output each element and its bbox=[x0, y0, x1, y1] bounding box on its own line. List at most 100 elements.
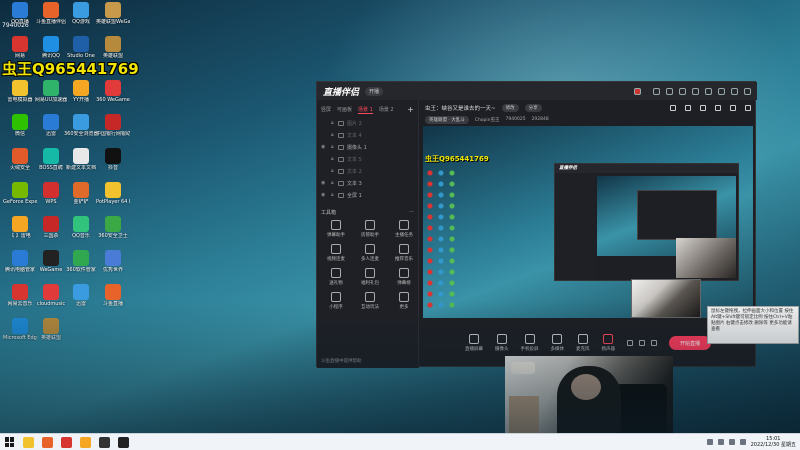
stream-preview[interactable]: 虫王Q965441769 直播伴侣 bbox=[423, 126, 753, 318]
taskbar-app-netease[interactable] bbox=[61, 436, 72, 448]
tab-scene-2[interactable]: 场景 2 bbox=[379, 106, 394, 113]
desktop-icon[interactable]: 微信 bbox=[3, 114, 37, 137]
tool-button[interactable]: 互动玩法 bbox=[355, 292, 385, 310]
tool-button[interactable]: 推荐音乐 bbox=[389, 244, 419, 262]
message-icon[interactable] bbox=[692, 87, 699, 95]
stream-title[interactable]: 虫王：峡谷又是谁去的一天~ bbox=[425, 104, 496, 112]
start-live-button[interactable]: 开始直播 bbox=[669, 336, 711, 350]
tab-scene-1[interactable]: 场景 1 bbox=[358, 106, 373, 114]
desktop-icon[interactable]: 火绒安全 bbox=[3, 148, 37, 171]
edit-chip[interactable]: 修改 bbox=[501, 104, 519, 112]
gift-box-icon[interactable] bbox=[730, 105, 736, 111]
taskbar-app-app-orange[interactable] bbox=[80, 436, 91, 448]
desktop-icon[interactable]: Studio One bbox=[64, 36, 98, 59]
mic-button[interactable]: 麦克风 bbox=[576, 334, 590, 352]
taskbar-app-douyu[interactable] bbox=[42, 436, 53, 448]
desktop-icon[interactable]: YY开播 bbox=[64, 80, 98, 103]
volume-icon[interactable] bbox=[728, 439, 735, 445]
lock-icon[interactable]: 🔒︎ bbox=[331, 132, 338, 138]
eye-icon[interactable]: ◉ bbox=[321, 180, 327, 186]
lock-icon[interactable]: 🔒︎ bbox=[331, 120, 338, 126]
headset-icon[interactable] bbox=[666, 87, 673, 95]
chat-icon[interactable] bbox=[679, 87, 686, 95]
desktop-icon[interactable]: 360安全卫士 bbox=[96, 216, 130, 239]
tool-button[interactable]: 多人连麦 bbox=[355, 244, 385, 262]
desktop-icon[interactable]: 优秀世界 bbox=[96, 250, 130, 273]
desktop-icon[interactable]: 英雄联盟WeGame版 bbox=[96, 2, 130, 25]
desktop-icon[interactable]: 英雄联盟 bbox=[34, 318, 68, 341]
tool-button[interactable]: 更多 bbox=[389, 292, 419, 310]
tool-button[interactable]: 视频连麦 bbox=[321, 244, 351, 262]
camera-button[interactable]: 摄像头 bbox=[495, 334, 509, 352]
tab-vertical[interactable]: 竖屏 bbox=[321, 106, 331, 113]
desktop-icon[interactable]: 360安全浏览器 bbox=[64, 114, 98, 137]
network-icon[interactable] bbox=[717, 439, 724, 445]
more-icon[interactable]: ⋯ bbox=[409, 209, 414, 216]
maximize-icon[interactable] bbox=[731, 87, 738, 95]
source-item[interactable]: 🔒︎ 文本 4 bbox=[317, 129, 418, 141]
screen-capture-button[interactable]: 直播屏幕 bbox=[465, 334, 483, 352]
desktop-icon[interactable]: QQ游戏 bbox=[64, 2, 98, 25]
tool-button[interactable]: 送礼物 bbox=[321, 268, 351, 286]
home-icon[interactable] bbox=[715, 105, 721, 111]
tab-canvas[interactable]: 可画板 bbox=[337, 106, 352, 113]
lock-icon[interactable]: 🔒︎ bbox=[331, 144, 338, 150]
desktop-icon[interactable]: WPS bbox=[34, 182, 68, 205]
phone-cast-button[interactable]: 手机投屏 bbox=[521, 334, 539, 352]
eye-icon[interactable]: ◉ bbox=[321, 144, 327, 150]
taskbar-app-app-ring[interactable] bbox=[118, 436, 129, 448]
source-item[interactable]: ◉ 🔒︎ 全屏 1 bbox=[317, 189, 418, 201]
tool-button[interactable]: 福利礼包 bbox=[355, 268, 385, 286]
desktop-icon[interactable]: 中国银行网银助手 bbox=[96, 114, 130, 137]
lock-icon[interactable]: 🔒︎ bbox=[331, 156, 338, 162]
desktop-icon[interactable]: 新建文本文档 bbox=[64, 148, 98, 171]
desktop-icon[interactable]: 迅雷 bbox=[34, 114, 68, 137]
desktop-icon[interactable]: PotPlayer 64 bit bbox=[96, 182, 130, 205]
source-item[interactable]: 🔒︎ 图片 2 bbox=[317, 117, 418, 129]
notify-icon[interactable] bbox=[670, 105, 676, 111]
desktop-icon[interactable]: WeGame bbox=[34, 250, 68, 273]
close-icon[interactable] bbox=[744, 87, 751, 95]
gear-icon[interactable] bbox=[651, 340, 657, 346]
eye-icon[interactable]: ◉ bbox=[321, 192, 327, 198]
desktop-icon[interactable]: 斗鱼直播 bbox=[96, 284, 130, 307]
minimize-icon[interactable] bbox=[718, 87, 725, 95]
tool-button[interactable]: 小程序 bbox=[321, 292, 351, 310]
version-pill[interactable]: 开播 bbox=[365, 86, 384, 96]
replay-icon[interactable] bbox=[639, 340, 645, 346]
live-companion-window[interactable]: 直播伴侣 开播 竖屏 可画板 场景 1 场景 2 + � bbox=[316, 81, 757, 368]
taskbar-app-file-explorer[interactable] bbox=[23, 436, 34, 448]
gift-icon[interactable] bbox=[653, 87, 660, 95]
sidebar-footer[interactable]: 斗鱼直播中提供帮助 bbox=[321, 358, 362, 364]
desktop-icon[interactable]: 腾讯电脑管家 bbox=[3, 250, 37, 273]
desktop-icon[interactable]: 【 】雷电 bbox=[3, 216, 37, 239]
share-chip[interactable]: 分享 bbox=[524, 104, 542, 112]
desktop-icon[interactable]: 腾讯QQ bbox=[34, 36, 68, 59]
desktop-icon[interactable]: 雷电模拟器 bbox=[3, 80, 37, 103]
desktop-icon[interactable]: GeForce Experience bbox=[3, 182, 37, 205]
category-chip[interactable]: 英雄联盟 · 大乱斗 bbox=[425, 115, 469, 124]
desktop-icon[interactable]: QQ音乐 bbox=[64, 216, 98, 239]
share-icon[interactable] bbox=[745, 105, 751, 111]
battery-icon[interactable] bbox=[739, 439, 746, 445]
chevron-up-icon[interactable] bbox=[706, 439, 713, 445]
desktop-icon[interactable]: QQ直播 bbox=[3, 2, 37, 25]
desktop-icon[interactable]: 抖音 bbox=[96, 148, 130, 171]
windows-start-icon[interactable] bbox=[5, 437, 15, 447]
clock[interactable]: 15:01 2022/12/30 星期五 bbox=[751, 436, 796, 448]
user-lock-icon[interactable] bbox=[700, 105, 706, 111]
desktop-icon[interactable]: 网易云音乐 bbox=[3, 284, 37, 307]
lock-icon[interactable]: 🔒︎ bbox=[331, 168, 338, 174]
desktop-icon[interactable]: 360 WeGame bbox=[96, 80, 130, 103]
source-item[interactable]: ◉ 🔒︎ 摄像头 1 bbox=[317, 141, 418, 153]
lock-icon[interactable]: 🔒︎ bbox=[331, 192, 338, 198]
desktop-icon[interactable]: 网易UU加速器 bbox=[34, 80, 68, 103]
user-avatar[interactable] bbox=[634, 87, 641, 95]
desktop-icon[interactable]: 360软件管家 bbox=[64, 250, 98, 273]
media-button[interactable]: 多媒体 bbox=[551, 334, 564, 352]
record-icon[interactable] bbox=[627, 340, 633, 346]
desktop-icon[interactable]: 金铲铲 bbox=[64, 182, 98, 205]
source-item[interactable]: 🔒︎ 文本 5 bbox=[317, 153, 418, 165]
desktop-icon[interactable]: 网易 bbox=[3, 36, 37, 59]
desktop-icon[interactable]: 迅雷 bbox=[64, 284, 98, 307]
